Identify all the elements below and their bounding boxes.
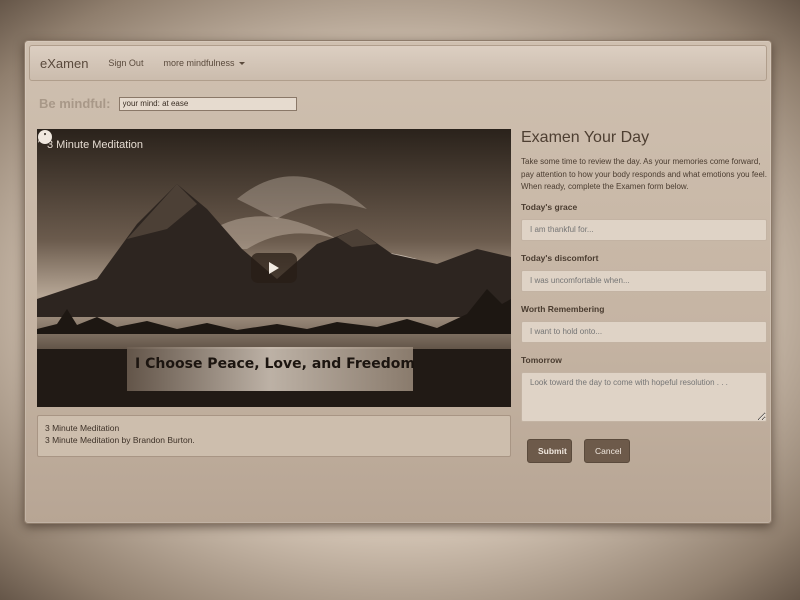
remember-label: Worth Remembering <box>521 303 605 314</box>
form-buttons: Submit Cancel <box>521 438 767 463</box>
mindful-label: Be mindful: <box>39 96 111 111</box>
mindful-input[interactable] <box>118 96 297 111</box>
tomorrow-textarea[interactable] <box>521 371 767 422</box>
cancel-button[interactable]: Cancel <box>584 438 630 463</box>
play-button[interactable] <box>251 253 297 283</box>
form-title: Examen Your Day <box>521 129 650 146</box>
submit-button[interactable]: Submit <box>527 438 572 463</box>
video-caption: 3 Minute Meditation 3 Minute Meditation … <box>37 415 511 457</box>
grace-label: Today's grace <box>521 201 578 212</box>
form-description: Take some time to review the day. As you… <box>521 157 767 191</box>
navbar: eXamen Sign Out more mindfulness <box>29 45 767 81</box>
caption-byline: 3 Minute Meditation by Brandon Burton. <box>45 435 195 445</box>
tomorrow-label: Tomorrow <box>521 354 562 365</box>
brand-link[interactable]: eXamen <box>40 56 88 71</box>
mindful-row: Be mindful: <box>39 96 297 111</box>
caption-title: 3 Minute Meditation <box>45 423 120 433</box>
remember-input[interactable] <box>521 320 767 343</box>
examen-form: Examen Your Day Take some time to review… <box>521 129 767 463</box>
share-icon[interactable] <box>37 129 53 145</box>
grace-input[interactable] <box>521 218 767 241</box>
more-mindfulness-dropdown[interactable]: more mindfulness <box>163 58 246 68</box>
video-player[interactable]: I Choose Peace, Love, and Freedom 3 Minu… <box>37 129 511 407</box>
sign-out-link[interactable]: Sign Out <box>108 58 143 68</box>
more-mindfulness-label: more mindfulness <box>163 58 235 68</box>
video-overlay-text: I Choose Peace, Love, and Freedom <box>135 356 415 372</box>
app-window: eXamen Sign Out more mindfulness Be mind… <box>24 40 772 524</box>
discomfort-label: Today's discomfort <box>521 252 599 263</box>
video-title[interactable]: 3 Minute Meditation <box>47 139 143 151</box>
discomfort-input[interactable] <box>521 269 767 292</box>
caret-down-icon <box>239 61 246 65</box>
